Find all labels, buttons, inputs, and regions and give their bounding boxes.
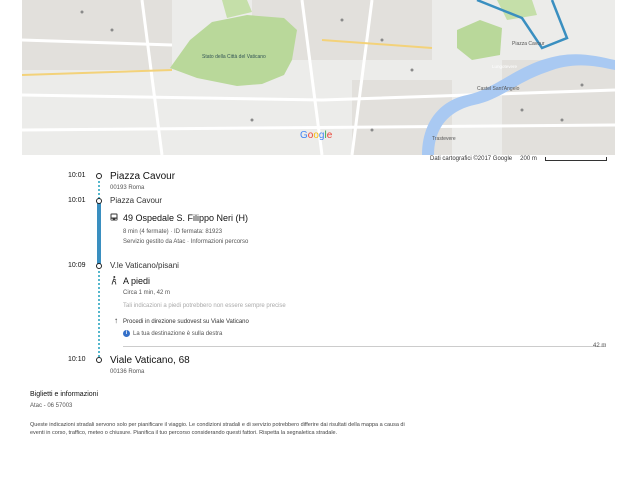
walk-label: A piedi (123, 276, 151, 286)
board-time: 10:01 (68, 197, 86, 204)
alight-stop: V.le Vaticano/pisani (110, 261, 179, 270)
step-divider (123, 346, 605, 347)
start-marker (96, 173, 102, 179)
info-icon: i (123, 330, 130, 337)
tickets-heading: Biglietti e informazioni (30, 391, 99, 398)
map-label-castel: Castel Sant'Angelo (477, 86, 520, 92)
walk-step: Procedi in direzione sudovest su Viale V… (123, 319, 249, 325)
destination-note: La tua destinazione è sulla destra (133, 331, 223, 338)
bus-details: 8 min (4 fermate) · ID fermata: 81923 (123, 229, 223, 235)
end-name: Viale Vaticano, 68 (110, 355, 190, 366)
map-scale-label: 200 m (520, 156, 537, 162)
alight-marker (96, 263, 102, 269)
end-marker (96, 357, 102, 363)
map-label-piazza-cavour: Piazza Cavour (512, 41, 545, 47)
map-canvas[interactable]: Stato della Città del Vaticano Google Ca… (22, 0, 615, 155)
google-logo: Google (300, 130, 333, 141)
route-map[interactable]: Stato della Città del Vaticano Google Ca… (22, 0, 615, 155)
walk-connector-end (98, 270, 100, 358)
tickets-agency[interactable]: Atac - 06 57003 (30, 403, 72, 409)
board-marker (96, 198, 102, 204)
map-label-lungotevere: Lungotevere (492, 64, 518, 69)
walk-icon (111, 276, 117, 287)
bus-route-line (97, 202, 101, 266)
map-label-vaticano: Stato della Città del Vaticano (202, 54, 266, 60)
destination-note-row: i La tua destinazione è sulla destra (123, 330, 222, 337)
start-name: Piazza Cavour (110, 171, 176, 182)
walk-connector-start (98, 180, 100, 200)
map-footer: Dati cartografici ©2017 Google 200 m (430, 156, 607, 162)
bus-line-label[interactable]: 49 Ospedale S. Filippo Neri (H) (123, 213, 248, 223)
walk-distance: 42 m (593, 343, 607, 349)
map-scale-bar (544, 157, 607, 161)
alight-time: 10:09 (68, 262, 86, 269)
bus-icon (110, 213, 118, 224)
disclaimer: Queste indicazioni stradali servono solo… (30, 422, 405, 436)
end-time: 10:10 (68, 356, 86, 363)
end-address: 00136 Roma (110, 369, 145, 375)
board-stop: Piazza Cavour (110, 196, 163, 205)
arrow-up-icon: ↑ (114, 316, 118, 325)
bus-operator[interactable]: Servizio gestito da Atac · Informazioni … (123, 239, 248, 245)
map-label-trastevere: Trastevere (432, 136, 456, 142)
walk-note: Tali indicazioni a piedi potrebbero non … (123, 303, 286, 309)
walk-duration: Circa 1 min, 42 m (123, 290, 171, 296)
map-attribution: Dati cartografici ©2017 Google (430, 156, 513, 162)
start-time: 10:01 (68, 172, 86, 179)
start-address: 00193 Roma (110, 185, 145, 191)
